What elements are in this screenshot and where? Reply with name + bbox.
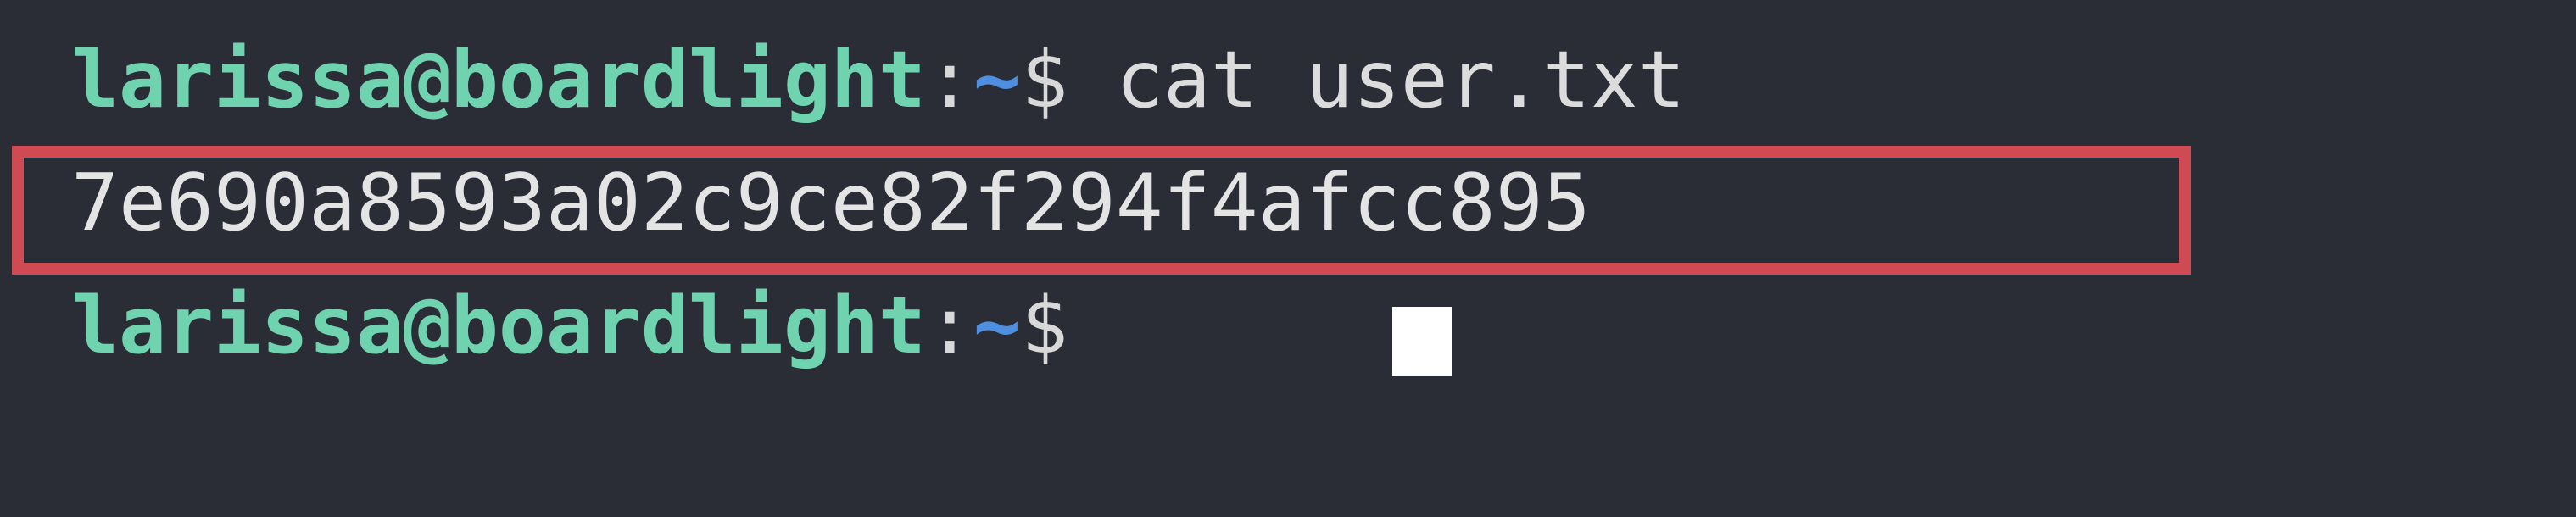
prompt-dollar: $: [1020, 280, 1068, 371]
prompt-user-host: larissa@boardlight: [71, 280, 926, 371]
prompt-dollar: $: [1020, 34, 1068, 125]
prompt-colon: :: [925, 280, 973, 371]
output-line: 7e690a8593a02c9ce82f294f4afcc895: [71, 164, 1591, 242]
command-text: cat user.txt: [1068, 34, 1686, 125]
text-cursor: [1392, 307, 1452, 376]
command-line: larissa@boardlight:~$ cat user.txt: [71, 41, 1686, 120]
prompt-path: ~: [973, 34, 1021, 125]
prompt-path: ~: [973, 280, 1021, 371]
terminal-window[interactable]: larissa@boardlight:~$ cat user.txt 7e690…: [0, 0, 2576, 517]
prompt-user-host: larissa@boardlight: [71, 34, 926, 125]
flag-text: 7e690a8593a02c9ce82f294f4afcc895: [71, 157, 1591, 248]
prompt-colon: :: [925, 34, 973, 125]
active-prompt-line[interactable]: larissa@boardlight:~$: [71, 286, 1068, 365]
